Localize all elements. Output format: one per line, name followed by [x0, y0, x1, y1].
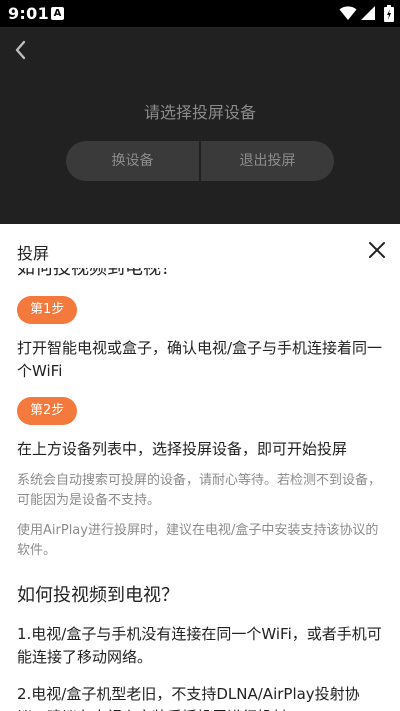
exit-cast-button[interactable]: 退出投屏 [201, 141, 334, 181]
status-time: 9:01 [8, 4, 49, 23]
battery-icon [384, 5, 394, 22]
cast-player-area: 请选择投屏设备 换设备 退出投屏 [0, 27, 400, 224]
close-icon[interactable] [365, 238, 389, 262]
back-icon[interactable] [10, 37, 32, 63]
notification-icon: A [51, 7, 64, 20]
help-heading-top: 如何投视频到电视？ [17, 268, 179, 279]
faq-item-2: 2.电视/盒子机型老旧，不支持DLNA/AirPlay投射协议，建议在电视上安装… [17, 685, 360, 711]
step-1-badge: 第1步 [17, 296, 78, 324]
cast-button-group: 换设备 退出投屏 [66, 141, 334, 181]
sheet-title: 投屏 [17, 244, 50, 263]
wifi-icon [339, 6, 357, 20]
help-scroll-area[interactable]: 如何投视频到电视？ 第1步 打开智能电视或盒子，确认电视/盒子与手机连接着同一个… [0, 268, 400, 711]
faq-item-1: 1.电视/盒子与手机没有连接在同一个WiFi，或者手机可能连接了移动网络。 [17, 625, 382, 666]
note-airplay: 使用AirPlay进行投屏时，建议在电视/盒子中安装支持该协议的软件。 [17, 523, 379, 558]
signal-icon [361, 6, 375, 20]
select-device-prompt: 请选择投屏设备 [143, 103, 256, 122]
cast-help-sheet: 投屏 如何投视频到电视？ 第1步 打开智能电视或盒子，确认电视/盒子与手机连接着… [0, 224, 400, 711]
step-2-badge: 第2步 [17, 397, 78, 425]
status-bar: 9:01 A [0, 0, 400, 27]
step-2-text: 在上方设备列表中，选择投屏设备，即可开始投屏 [17, 440, 348, 458]
note-auto-search: 系统会自动搜索可投屏的设备，请耐心等待。若检测不到设备，可能因为是设备不支持。 [17, 473, 382, 508]
faq-heading: 如何投视频到电视？ [17, 585, 179, 606]
step-1-text: 打开智能电视或盒子，确认电视/盒子与手机连接着同一个WiFi [17, 339, 383, 380]
switch-device-button[interactable]: 换设备 [66, 141, 199, 181]
